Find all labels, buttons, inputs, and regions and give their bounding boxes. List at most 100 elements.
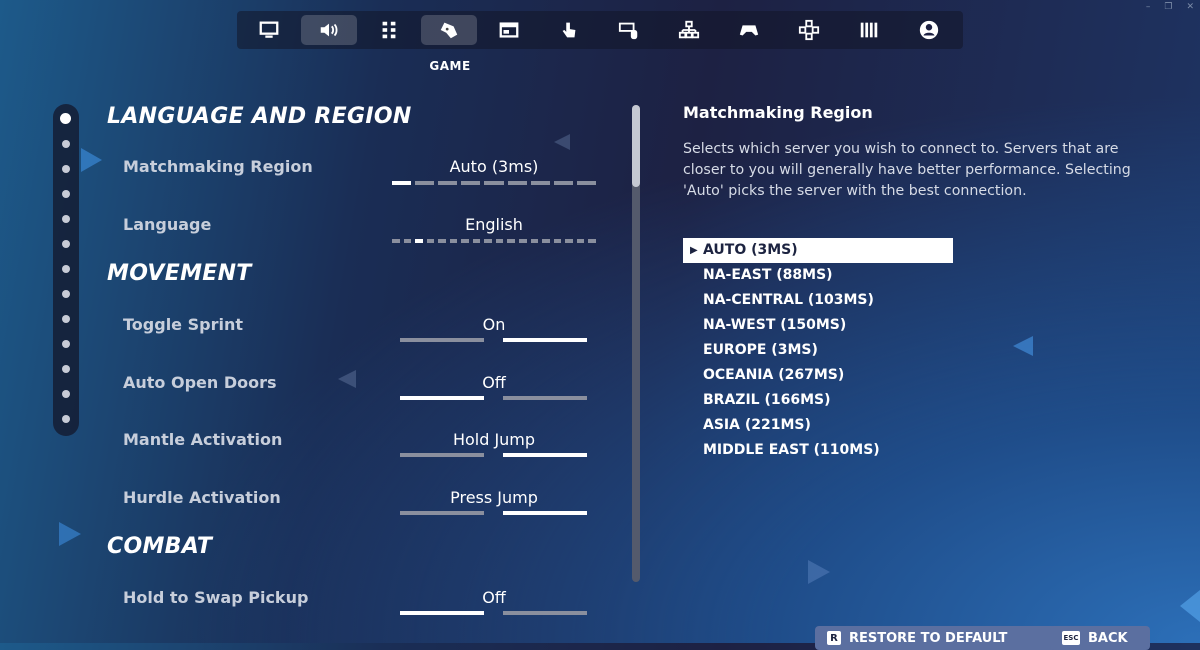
region-option[interactable]: NA-CENTRAL (103MS): [683, 288, 953, 313]
option-segment[interactable]: [461, 181, 481, 185]
option-indicator-hold-to-swap-pickup[interactable]: [400, 611, 587, 615]
region-option[interactable]: BRAZIL (166MS): [683, 388, 953, 413]
option-segment[interactable]: [415, 239, 423, 243]
option-segment-on[interactable]: [503, 396, 587, 400]
option-segment[interactable]: [553, 181, 573, 185]
setting-label-toggle-sprint: Toggle Sprint: [123, 315, 243, 334]
tab-controller-binds[interactable]: [781, 15, 837, 45]
setting-value-matchmaking-region[interactable]: Auto (3ms): [392, 157, 596, 176]
setting-value-toggle-sprint[interactable]: On: [392, 315, 596, 334]
setting-value-hurdle-activation[interactable]: Press Jump: [392, 488, 596, 507]
option-segment[interactable]: [530, 239, 539, 243]
region-option[interactable]: MIDDLE EAST (110MS): [683, 438, 953, 463]
option-segment[interactable]: [484, 239, 492, 243]
option-segment[interactable]: [588, 239, 596, 243]
section-nav-dot[interactable]: [62, 340, 70, 348]
tab-controller[interactable]: [721, 15, 777, 45]
option-indicator-toggle-sprint[interactable]: [400, 338, 587, 342]
option-segment-off[interactable]: [400, 611, 484, 615]
option-segment-second[interactable]: [503, 453, 587, 457]
section-nav-dot[interactable]: [62, 140, 70, 148]
option-segment[interactable]: [507, 181, 527, 185]
option-segment[interactable]: [484, 181, 504, 185]
section-nav-dot[interactable]: [62, 265, 70, 273]
section-nav-dot[interactable]: [62, 315, 70, 323]
decoration-triangle: [81, 148, 102, 172]
option-indicator-language[interactable]: [392, 239, 596, 243]
tab-controls[interactable]: [661, 15, 717, 45]
option-segment[interactable]: [565, 239, 573, 243]
option-segment[interactable]: [553, 239, 562, 243]
option-indicator-hurdle-activation[interactable]: [400, 511, 587, 515]
detail-title: Matchmaking Region: [683, 103, 873, 122]
account-icon: [919, 20, 939, 40]
section-nav-dot[interactable]: [62, 240, 70, 248]
tab-audio-instruments[interactable]: [841, 15, 897, 45]
option-segment[interactable]: [495, 239, 504, 243]
region-option[interactable]: ASIA (221MS): [683, 413, 953, 438]
option-segment-on[interactable]: [503, 611, 587, 615]
region-option[interactable]: NA-EAST (88MS): [683, 263, 953, 288]
option-segment[interactable]: [438, 181, 458, 185]
window-controls: – ❐ ✕: [1146, 2, 1194, 12]
option-segment[interactable]: [426, 239, 435, 243]
option-indicator-mantle-activation[interactable]: [400, 453, 587, 457]
settings-scrollbar-thumb[interactable]: [632, 105, 640, 187]
grid-icon: [382, 21, 396, 39]
region-option[interactable]: OCEANIA (267MS): [683, 363, 953, 388]
option-segment-second[interactable]: [503, 511, 587, 515]
tab-video[interactable]: [241, 15, 297, 45]
option-segment[interactable]: [530, 181, 550, 185]
section-nav-dot[interactable]: [62, 365, 70, 373]
region-options-list: ▶ AUTO (3MS) NA-EAST (88MS) NA-CENTRAL (103…: [683, 238, 953, 463]
tab-game[interactable]: [421, 15, 477, 45]
region-option-label: ASIA (221MS): [703, 417, 811, 433]
section-nav-dot[interactable]: [62, 390, 70, 398]
tab-keyboard-mouse[interactable]: [601, 15, 657, 45]
option-segment[interactable]: [576, 239, 585, 243]
restore-default-button[interactable]: R RESTORE TO DEFAULT: [815, 626, 1059, 650]
option-segment-on[interactable]: [503, 338, 587, 342]
option-segment[interactable]: [392, 239, 400, 243]
back-button[interactable]: ESC BACK: [1050, 626, 1150, 650]
region-option[interactable]: NA-WEST (150MS): [683, 313, 953, 338]
section-nav-dot[interactable]: [62, 290, 70, 298]
minimize-button[interactable]: –: [1146, 2, 1151, 12]
option-segment[interactable]: [392, 181, 412, 185]
option-segment-off[interactable]: [400, 338, 484, 342]
tab-account[interactable]: [901, 15, 957, 45]
close-button[interactable]: ✕: [1186, 2, 1194, 12]
region-option[interactable]: ▶ AUTO (3MS): [683, 238, 953, 263]
setting-value-hold-to-swap-pickup[interactable]: Off: [392, 588, 596, 607]
restore-button[interactable]: ❐: [1164, 2, 1172, 12]
section-nav-dot[interactable]: [60, 113, 71, 124]
option-indicator-matchmaking-region[interactable]: [392, 181, 596, 185]
option-segment[interactable]: [403, 239, 412, 243]
option-segment[interactable]: [438, 239, 446, 243]
option-segment[interactable]: [507, 239, 516, 243]
option-segment[interactable]: [519, 239, 527, 243]
region-option[interactable]: EUROPE (3MS): [683, 338, 953, 363]
tab-audio[interactable]: [301, 15, 357, 45]
decoration-triangle: [1180, 590, 1200, 622]
option-segment-first[interactable]: [400, 453, 484, 457]
option-segment[interactable]: [461, 239, 469, 243]
section-nav-dot[interactable]: [62, 190, 70, 198]
section-nav-dot[interactable]: [62, 415, 70, 423]
option-segment[interactable]: [472, 239, 481, 243]
setting-value-language[interactable]: English: [392, 215, 596, 234]
section-nav-dot[interactable]: [62, 215, 70, 223]
option-segment[interactable]: [542, 239, 550, 243]
option-segment[interactable]: [415, 181, 435, 185]
option-segment-off[interactable]: [400, 396, 484, 400]
option-indicator-auto-open-doors[interactable]: [400, 396, 587, 400]
tab-touch[interactable]: [541, 15, 597, 45]
option-segment[interactable]: [576, 181, 596, 185]
tab-accessibility[interactable]: [361, 15, 417, 45]
option-segment[interactable]: [449, 239, 458, 243]
tab-hud[interactable]: [481, 15, 537, 45]
setting-value-mantle-activation[interactable]: Hold Jump: [392, 430, 596, 449]
option-segment-first[interactable]: [400, 511, 484, 515]
setting-value-auto-open-doors[interactable]: Off: [392, 373, 596, 392]
section-nav-dot[interactable]: [62, 165, 70, 173]
